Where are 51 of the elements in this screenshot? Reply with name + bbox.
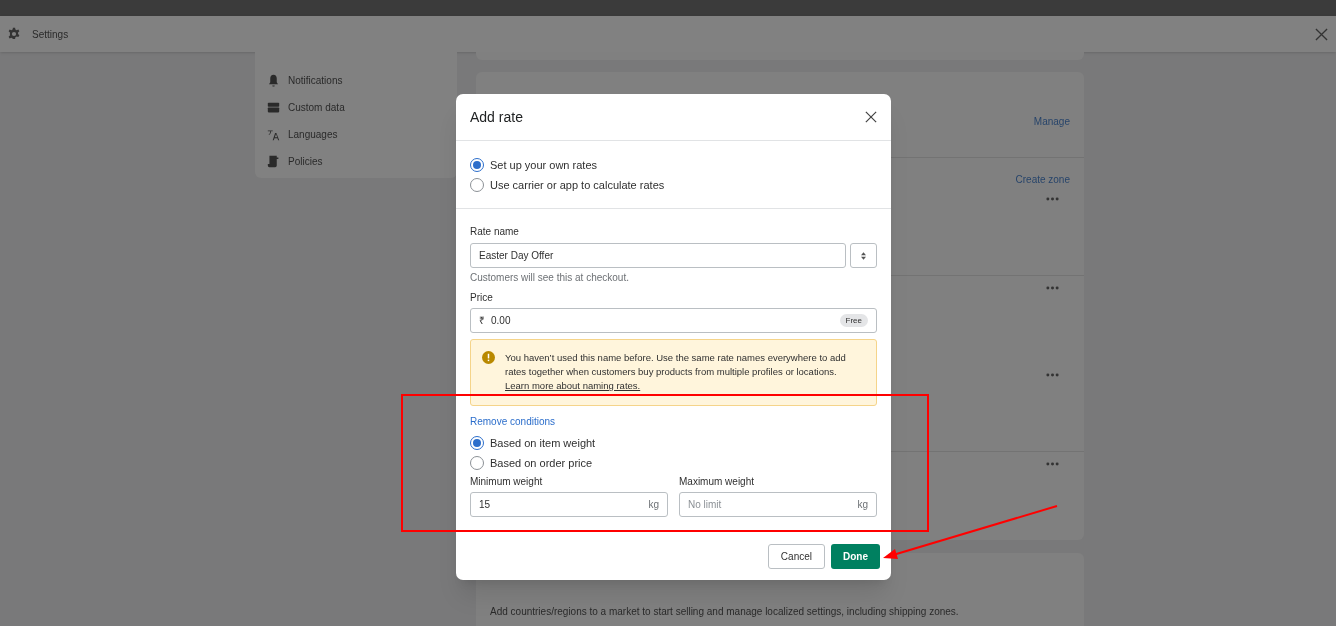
warning-icon	[482, 351, 495, 364]
database-icon	[267, 101, 280, 114]
field-label: Rate name	[470, 225, 520, 239]
radio-button[interactable]	[470, 178, 484, 192]
sidebar-item[interactable]: Policies	[267, 153, 445, 170]
naming-rates-link[interactable]: Learn more about naming rates.	[505, 380, 641, 391]
sidebar-item[interactable]: Custom data	[267, 99, 445, 116]
select-button[interactable]	[850, 243, 877, 268]
translate-icon	[267, 128, 280, 141]
price-field[interactable]: ₹ 0.00 Free	[470, 308, 877, 333]
more-icon[interactable]	[1046, 373, 1059, 377]
warning-message: You haven’t used this name before. Use the same rate names everywhere to add rates together when customers buy products from multiple profiles or locations. Learn more about naming rates.	[505, 351, 847, 393]
bell-icon	[267, 74, 280, 87]
rate-name-field[interactable]: Easter Day Offer	[470, 243, 846, 268]
settings-title: Settings	[32, 27, 70, 42]
close-icon[interactable]	[865, 111, 877, 123]
sidebar-item[interactable]: Notifications	[267, 72, 445, 89]
unit-label: kg	[857, 498, 868, 512]
done-button[interactable]: Done	[831, 543, 880, 569]
help-text: Customers will see this at checkout.	[470, 271, 630, 285]
dialog-title: Add rate	[470, 107, 523, 127]
radio-label: Set up your own rates	[490, 157, 597, 173]
weight-value: 15	[479, 498, 491, 512]
radio-label: Based on item weight	[490, 435, 596, 451]
condition-option[interactable]: Based on item weight	[470, 433, 877, 453]
unit-label: kg	[648, 498, 659, 512]
more-icon[interactable]	[1046, 197, 1059, 201]
settings-icon[interactable]	[7, 27, 21, 41]
free-badge: Free	[839, 314, 868, 327]
weight-placeholder: No limit	[688, 498, 722, 512]
currency-symbol: ₹	[479, 314, 485, 328]
field-label: Minimum weight	[470, 475, 544, 489]
sort-arrows-icon	[861, 251, 866, 260]
minimum-weight-field[interactable]: 15 kg	[470, 492, 668, 517]
document-icon	[267, 155, 280, 168]
radio-label: Based on order price	[490, 455, 593, 471]
field-label: Maximum weight	[679, 475, 756, 489]
field-label: Price	[470, 291, 494, 305]
markets-description: Add countries/regions to a market to start selling and manage localized settings, including shipping zones.	[490, 606, 959, 617]
cancel-button[interactable]: Cancel	[767, 543, 825, 569]
sidebar-item[interactable]: Languages	[267, 126, 445, 143]
remove-conditions-link[interactable]: Remove conditions	[470, 414, 556, 429]
radio-label: Use carrier or app to calculate rates	[490, 177, 665, 193]
rate-type-option[interactable]: Set up your own rates	[470, 155, 877, 175]
price-value: 0.00	[491, 314, 512, 328]
radio-button[interactable]	[470, 456, 484, 470]
condition-option[interactable]: Based on order price	[470, 453, 877, 473]
more-icon[interactable]	[1046, 286, 1059, 290]
maximum-weight-field[interactable]: No limit kg	[679, 492, 877, 517]
rate-type-option[interactable]: Use carrier or app to calculate rates	[470, 175, 877, 195]
more-icon[interactable]	[1046, 462, 1059, 466]
